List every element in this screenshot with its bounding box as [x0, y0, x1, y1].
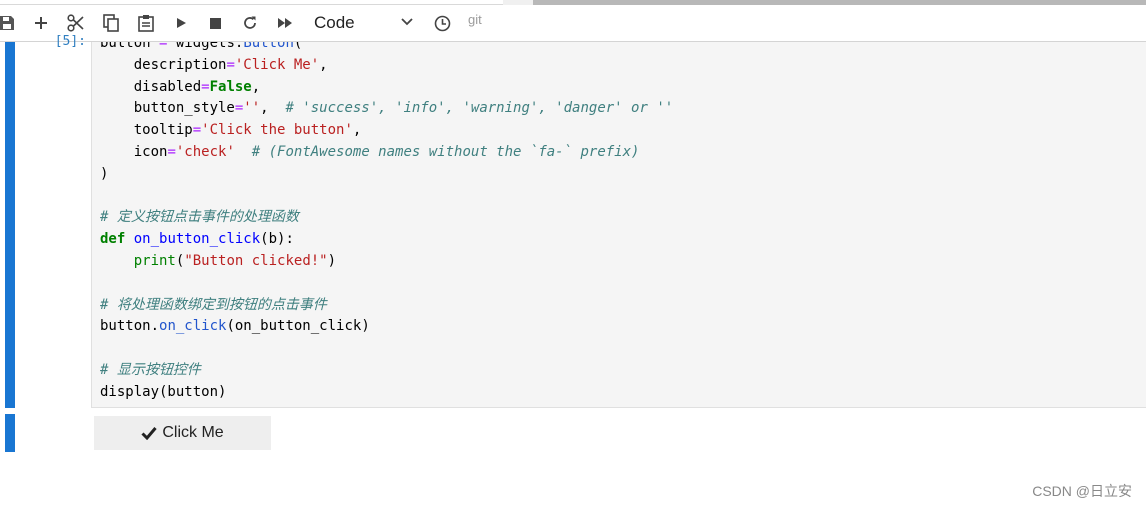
paste-icon: [138, 15, 154, 32]
code-line: icon='check' # (FontAwesome names withou…: [100, 143, 640, 160]
code-line: def on_button_click(b):: [100, 231, 294, 248]
watermark: CSDN @日立安: [1032, 483, 1132, 499]
copy-button[interactable]: [98, 9, 124, 37]
add-cell-button[interactable]: [28, 9, 54, 37]
active-cell-indicator[interactable]: [5, 42, 15, 408]
output-cell-indicator[interactable]: [5, 414, 15, 452]
execution-prompt: [5]:: [54, 34, 86, 49]
code-content: button = widgets.Button( description='Cl…: [100, 42, 673, 404]
code-line: print("Button clicked!"): [133, 252, 337, 269]
code-line: # 定义按钮点击事件的处理函数: [100, 209, 299, 226]
code-line: button = widgets.Button(: [100, 42, 303, 51]
code-line: ​: [100, 186, 673, 208]
check-icon: [141, 427, 157, 440]
restart-button[interactable]: [237, 9, 263, 37]
cell-type-value: Code: [314, 13, 355, 32]
stop-button[interactable]: [202, 9, 228, 37]
click-me-label: Click Me: [162, 424, 224, 441]
save-icon: [0, 16, 14, 30]
run-icon: [177, 18, 186, 28]
cut-button[interactable]: [63, 9, 89, 37]
add-cell-icon: [35, 17, 47, 29]
run-all-button[interactable]: [272, 9, 298, 37]
chevron-down-icon: [401, 18, 413, 26]
code-line: ): [100, 165, 109, 182]
paste-button[interactable]: [133, 9, 159, 37]
code-line: disabled=False,: [100, 78, 261, 95]
code-line: # 显示按钮控件: [100, 361, 201, 378]
code-line: display(button): [100, 383, 227, 400]
notebook-toolbar: Code git: [0, 5, 1146, 42]
code-line: description='Click Me',: [100, 56, 328, 73]
code-line: ​: [100, 338, 673, 360]
code-line: ​: [100, 273, 673, 295]
code-line: tooltip='Click the button',: [100, 122, 362, 139]
click-me-button[interactable]: Click Me: [94, 416, 271, 450]
code-line: button.on_click(on_button_click): [100, 318, 370, 335]
code-line: # 将处理函数绑定到按钮的点击事件: [100, 296, 327, 313]
cut-icon: [67, 14, 84, 32]
copy-icon: [103, 14, 119, 32]
stop-icon: [209, 17, 221, 29]
clock-icon: [434, 15, 450, 31]
history-button[interactable]: [429, 9, 455, 37]
run-button[interactable]: [168, 9, 194, 37]
cell-type-select[interactable]: Code: [306, 9, 418, 37]
run-all-icon: [278, 18, 292, 28]
code-editor[interactable]: button = widgets.Button( description='Cl…: [91, 42, 1146, 408]
restart-icon: [244, 16, 256, 29]
git-button[interactable]: git: [468, 12, 482, 27]
save-button[interactable]: [0, 9, 20, 37]
code-line: button_style='', # 'success', 'info', 'w…: [100, 100, 674, 117]
